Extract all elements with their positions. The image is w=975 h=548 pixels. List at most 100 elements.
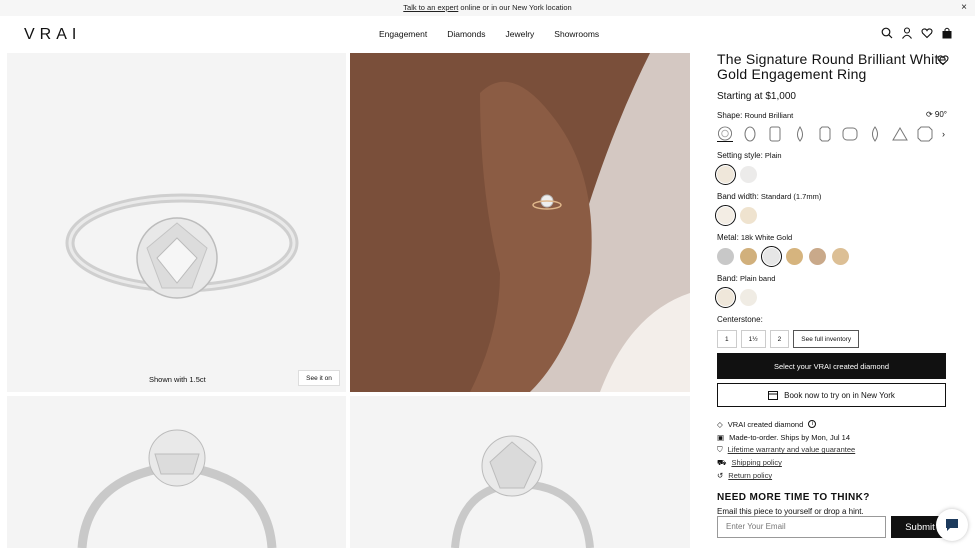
calendar-icon: ▣ [717,432,725,442]
setting-value: Plain [764,151,782,160]
bandwidth-label: Band width: [717,192,759,201]
band-label: Band: [717,274,738,283]
nav-jewelry[interactable]: Jewelry [505,29,534,39]
chat-button[interactable] [936,509,968,541]
shapes-next-arrow-icon[interactable]: › [942,129,945,139]
calendar-icon [768,390,779,400]
close-icon[interactable]: × [961,0,967,16]
header-icons [881,27,953,39]
see-full-inventory-button[interactable]: See full inventory [793,330,860,348]
metal-white-gold-option[interactable] [761,246,782,267]
setting-label: Setting style: [717,151,763,160]
wishlist-heart-icon[interactable] [937,54,949,66]
info-return[interactable]: ↺ Return policy [717,469,949,482]
shipping-link[interactable]: Shipping policy [731,458,781,467]
setting-pave-option[interactable] [740,166,757,183]
rotate-control[interactable]: ⟳ 90° [926,110,947,119]
shape-value: Round Brilliant [744,111,794,120]
band-row: Band: Plain band [717,274,949,283]
product-panel: The Signature Round Brilliant White Gold… [715,51,949,516]
metal-two-tone-option[interactable] [832,248,849,265]
truck-icon: ⛟ [717,457,727,467]
search-icon[interactable] [881,27,893,39]
bandwidth-options [715,205,949,226]
select-diamond-button[interactable]: Select your VRAI created diamond [717,353,946,379]
carat-1-button[interactable]: 1 [717,330,737,348]
setting-options [715,164,949,185]
chat-icon [946,519,958,531]
book-appointment-button[interactable]: Book now to try on in New York [717,383,946,407]
diamond-icon: ◇ [717,419,723,429]
see-it-on-button[interactable]: See it on [298,370,340,386]
info-text: VRAI created diamond [727,419,804,429]
shape-marquise-icon[interactable] [867,126,883,142]
metal-14k-yellow-option[interactable] [786,248,803,265]
product-image-angle[interactable] [350,396,690,548]
bandwidth-row: Band width: Standard (1.7mm) [717,192,949,201]
setting-plain-option[interactable] [715,164,736,185]
shape-options: › [717,126,949,142]
shape-radiant-icon[interactable] [817,126,833,142]
warranty-link[interactable]: Lifetime warranty and value guarantee [728,445,856,454]
return-icon: ↺ [717,471,724,481]
band-pave-option[interactable] [740,289,757,306]
nav-engagement[interactable]: Engagement [379,29,427,39]
metal-options [717,246,949,267]
rotate-degrees: 90° [934,110,947,119]
metal-platinum-option[interactable] [717,248,734,265]
account-icon[interactable] [901,27,913,39]
main-menu: Engagement Diamonds Jewelry Showrooms [379,29,599,39]
product-image-main[interactable]: Shown with 1.5ct See it on [7,53,346,392]
centerstone-label: Centerstone: [717,315,763,324]
shape-round-icon[interactable] [717,126,733,142]
band-value: Plain band [740,274,776,283]
nav-diamonds[interactable]: Diamonds [447,29,485,39]
product-image-side[interactable] [7,396,346,548]
top-navigation: VRAI Engagement Diamonds Jewelry Showroo… [0,16,975,52]
shape-emerald-icon[interactable] [767,126,783,142]
centerstone-row: Centerstone: [717,315,949,324]
wishlist-icon[interactable] [921,27,933,39]
image-caption: Shown with 1.5ct [149,375,206,384]
info-made-to-order: ▣ Made-to-order. Ships by Mon, Jul 14 [717,431,949,444]
metal-value: 18k White Gold [740,233,793,242]
return-link[interactable]: Return policy [728,471,772,480]
info-created-diamond: ◇ VRAI created diamond i [717,418,949,431]
shape-oval-icon[interactable] [742,126,758,142]
logo[interactable]: VRAI [24,26,81,44]
shape-row: Shape: Round Brilliant ⟳ 90° [717,110,949,120]
shield-icon: ⛉ [717,444,723,454]
shape-label: Shape: [717,111,743,120]
email-input[interactable]: Enter Your Email [717,516,886,538]
metal-label: Metal: [717,233,739,242]
info-warranty[interactable]: ⛉ Lifetime warranty and value guarantee [717,444,949,457]
metal-row: Metal: 18k White Gold [717,233,949,242]
product-title: The Signature Round Brilliant White Gold… [717,51,947,82]
metal-rose-gold-option[interactable] [809,248,826,265]
metal-yellow-gold-option[interactable] [740,248,757,265]
shape-asscher-icon[interactable] [917,126,933,142]
bandwidth-value: Standard (1.7mm) [760,192,822,201]
shape-cushion-icon[interactable] [842,126,858,142]
carat-1-5-button[interactable]: 1½ [740,330,766,348]
hint-subtext: Email this piece to yourself or drop a h… [717,506,864,516]
banner-text: online or in our New York location [458,3,572,12]
product-price: Starting at $1,000 [717,91,796,102]
talk-to-expert-link[interactable]: Talk to an expert [403,3,458,12]
promo-banner: Talk to an expert online or in our New Y… [0,0,975,16]
info-list: ◇ VRAI created diamond i ▣ Made-to-order. S… [717,418,949,482]
bandwidth-wide-option[interactable] [740,207,757,224]
band-plain-option[interactable] [715,287,736,308]
band-options [715,287,949,308]
info-shipping[interactable]: ⛟ Shipping policy [717,456,949,469]
nav-showrooms[interactable]: Showrooms [554,29,599,39]
info-text: Made-to-order. Ships by Mon, Jul 14 [729,432,850,442]
cart-icon[interactable] [941,27,953,39]
carat-2-button[interactable]: 2 [769,330,790,348]
info-circle-icon[interactable]: i [808,420,817,429]
bandwidth-standard-option[interactable] [715,205,736,226]
shape-trillion-icon[interactable] [892,126,908,142]
carat-options: 1 1½ 2 See full inventory [717,330,949,348]
product-image-model[interactable] [350,53,690,392]
shape-pear-icon[interactable] [792,126,808,142]
